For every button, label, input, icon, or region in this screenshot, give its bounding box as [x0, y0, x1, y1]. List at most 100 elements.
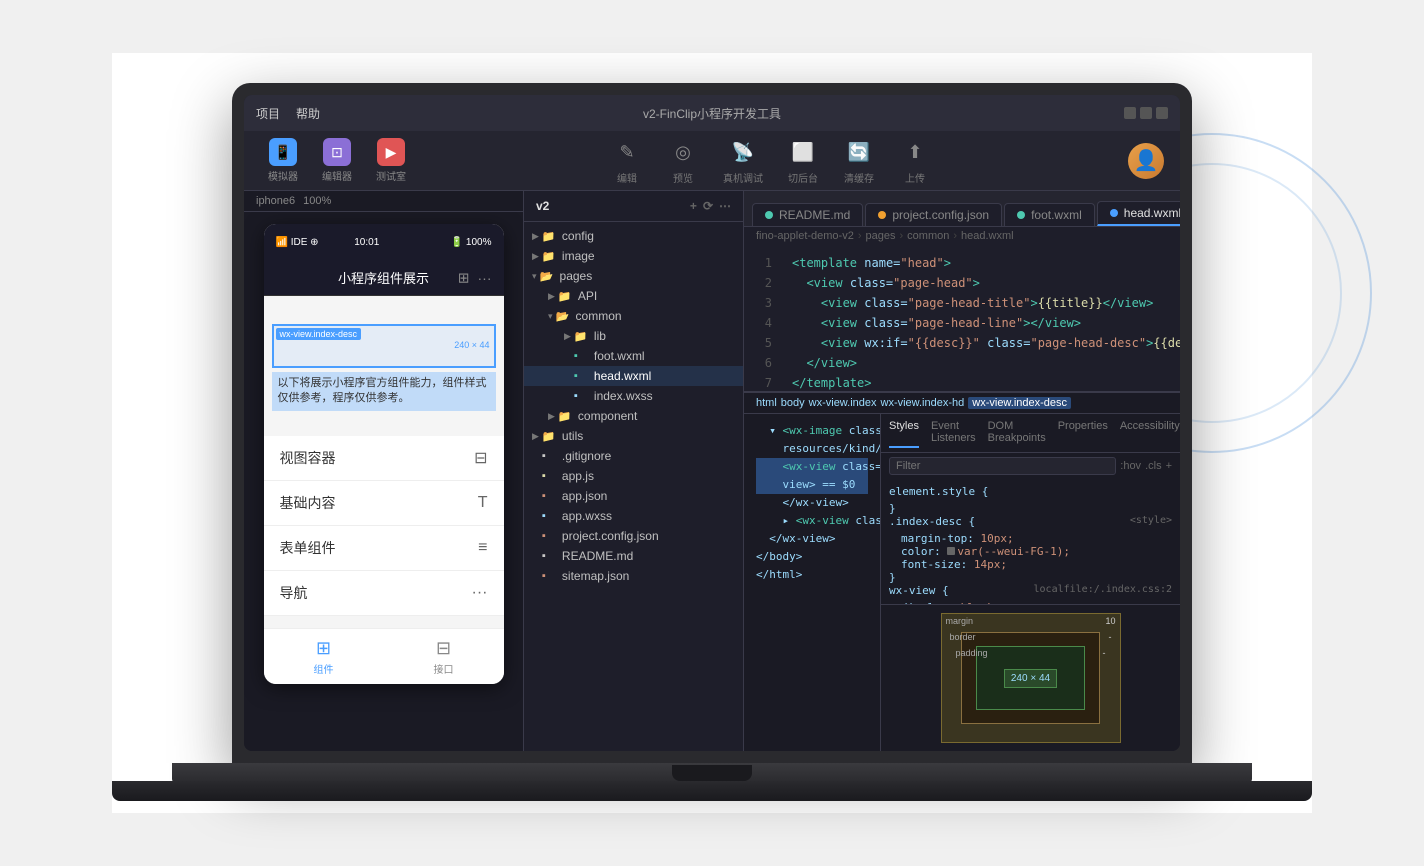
minimize-button[interactable] — [1124, 107, 1136, 119]
editor-tabs: README.md project.config.json foot.wxml — [744, 191, 1180, 227]
styles-rule-element: element.style { — [889, 485, 1172, 498]
editor-area: v2 + ⟳ ⋯ ▶ — [524, 191, 1180, 751]
breadcrumb-pages: pages — [866, 230, 896, 242]
maximize-button[interactable] — [1140, 107, 1152, 119]
menu-item-basic[interactable]: 基础内容 T — [264, 481, 504, 526]
box-model-container: margin 10 border - — [881, 604, 1180, 751]
tab-head-wxml[interactable]: head.wxml ✕ — [1097, 201, 1180, 226]
styles-val-margin-top: 10px; — [980, 532, 1013, 545]
file-icon-foot-wxml: ▪ — [574, 350, 590, 362]
tree-item-lib[interactable]: ▶ 📁 lib — [524, 326, 743, 346]
tree-item-component[interactable]: ▶ 📁 component — [524, 406, 743, 426]
arrow-common: ▾ — [548, 311, 553, 322]
main-content: iphone6 100% 📶 IDE ⊕ 10:01 🔋 100% 小程序组件展… — [244, 191, 1180, 751]
code-content[interactable]: <template name="head"> <view class="page… — [780, 245, 1180, 391]
simulator-button[interactable]: 📱 模拟器 — [260, 134, 306, 187]
tree-item-pages-label: pages — [560, 269, 593, 283]
tab-dot-head-wxml — [1110, 209, 1118, 217]
tree-actions: + ⟳ ⋯ — [690, 199, 731, 213]
filter-add[interactable]: + — [1166, 460, 1172, 472]
html-bc-body[interactable]: body — [781, 397, 805, 409]
test-button[interactable]: ▶ 测试室 — [368, 134, 414, 187]
menu-item-form-label: 表单组件 — [280, 538, 479, 558]
arrow-pages: ▾ — [532, 271, 537, 282]
folder-icon-common: 📂 — [556, 310, 572, 323]
filter-hov[interactable]: :hov — [1120, 460, 1141, 472]
tree-item-gitignore[interactable]: ▶ ▪ .gitignore — [524, 446, 743, 466]
tree-item-config[interactable]: ▶ 📁 config — [524, 226, 743, 246]
menu-item-nav-label: 导航 — [280, 583, 472, 603]
nav-api[interactable]: ⊟ 接口 — [384, 629, 504, 684]
line-num-2: 2 — [744, 273, 772, 293]
tree-item-app-json[interactable]: ▶ ▪ app.json — [524, 486, 743, 506]
tree-item-index-wxss[interactable]: ▶ ▪ index.wxss — [524, 386, 743, 406]
html-bc-index[interactable]: wx-view.index — [809, 397, 877, 409]
close-button[interactable] — [1156, 107, 1168, 119]
sep-3: › — [953, 230, 957, 242]
status-left: 📶 IDE ⊕ — [276, 237, 319, 248]
clear-cache-action[interactable]: 🔄 清缓存 — [843, 136, 875, 185]
device-debug-icon: 📡 — [727, 136, 759, 168]
more-icon: ··· — [478, 270, 492, 286]
styles-tab-dom-bp[interactable]: DOM Breakpoints — [988, 418, 1046, 448]
tree-item-foot-wxml[interactable]: ▶ ▪ foot.wxml — [524, 346, 743, 366]
styles-filter: :hov .cls + — [881, 453, 1180, 479]
menu-item-view[interactable]: 视图容器 ⊟ — [264, 436, 504, 481]
styles-panel: Styles Event Listeners DOM Breakpoints P… — [880, 414, 1180, 751]
styles-tab-props[interactable]: Properties — [1058, 418, 1108, 448]
html-bc-desc[interactable]: wx-view.index-desc — [968, 397, 1071, 409]
styles-tab-events[interactable]: Event Listeners — [931, 418, 976, 448]
file-tree-body: ▶ 📁 config ▶ 📁 image — [524, 222, 743, 751]
tab-foot-wxml[interactable]: foot.wxml — [1004, 203, 1095, 226]
editor-button[interactable]: ⊡ 编辑器 — [314, 134, 360, 187]
html-bc-html[interactable]: html — [756, 397, 777, 409]
tree-item-project-config[interactable]: ▶ ▪ project.config.json — [524, 526, 743, 546]
menu-help[interactable]: 帮助 — [296, 105, 320, 122]
tree-action-more[interactable]: ⋯ — [719, 199, 731, 213]
tab-readme[interactable]: README.md — [752, 203, 863, 226]
nav-component[interactable]: ⊞ 组件 — [264, 629, 384, 684]
tree-item-image[interactable]: ▶ 📁 image — [524, 246, 743, 266]
folder-icon-utils: 📁 — [542, 430, 558, 443]
tree-item-app-js[interactable]: ▶ ▪ app.js — [524, 466, 743, 486]
status-time: 10:01 — [354, 237, 379, 248]
color-swatch — [947, 547, 955, 555]
tree-item-head-wxml[interactable]: ▶ ▪ head.wxml — [524, 366, 743, 386]
tree-action-refresh[interactable]: ⟳ — [703, 199, 713, 213]
tree-item-sitemap[interactable]: ▶ ▪ sitemap.json — [524, 566, 743, 586]
tree-item-app-wxss[interactable]: ▶ ▪ app.wxss — [524, 506, 743, 526]
device-debug-action[interactable]: 📡 真机调试 — [723, 136, 763, 185]
tree-item-readme[interactable]: ▶ ▪ README.md — [524, 546, 743, 566]
tree-item-pages[interactable]: ▾ 📂 pages — [524, 266, 743, 286]
tree-item-api[interactable]: ▶ 📁 API — [524, 286, 743, 306]
tree-item-utils-label: utils — [562, 429, 583, 443]
box-padding-layer: padding - 240 × 44 — [976, 646, 1085, 711]
status-right: 🔋 100% — [451, 237, 492, 248]
styles-rule-wx-view: wx-view { localfile:/.index.css:2 — [889, 584, 1172, 597]
styles-tab-a11y[interactable]: Accessibility — [1120, 418, 1180, 448]
tree-item-common[interactable]: ▾ 📂 common — [524, 306, 743, 326]
styles-tab-styles[interactable]: Styles — [889, 418, 919, 448]
html-bc-hd[interactable]: wx-view.index-hd — [881, 397, 965, 409]
line-num-6: 6 — [744, 353, 772, 373]
background-action[interactable]: ⬜ 切后台 — [787, 136, 819, 185]
menu-item-nav[interactable]: 导航 ··· — [264, 571, 504, 616]
tree-item-utils[interactable]: ▶ 📁 utils — [524, 426, 743, 446]
tree-item-common-label: common — [576, 309, 622, 323]
filter-cls[interactable]: .cls — [1145, 460, 1162, 472]
menu-item-form[interactable]: 表单组件 ≡ — [264, 526, 504, 571]
edit-action[interactable]: ✎ 编辑 — [611, 136, 643, 185]
expand-icon: ⊞ — [458, 269, 470, 286]
preview-action[interactable]: ◎ 预览 — [667, 136, 699, 185]
menu-item-form-icon: ≡ — [478, 539, 487, 557]
styles-filter-input[interactable] — [889, 457, 1116, 475]
upload-action[interactable]: ⬆ 上传 — [899, 136, 931, 185]
code-editor: 1 2 3 4 5 6 7 8 <templ — [744, 245, 1180, 391]
tree-action-add[interactable]: + — [690, 199, 697, 213]
styles-prop-margin-top: margin-top: 10px; — [889, 532, 1172, 545]
tab-project-config[interactable]: project.config.json — [865, 203, 1002, 226]
menu-project[interactable]: 项目 — [256, 105, 280, 122]
breadcrumb-root: fino-applet-demo-v2 — [756, 230, 854, 242]
user-avatar[interactable]: 👤 — [1128, 143, 1164, 179]
box-padding-label: padding — [956, 648, 988, 658]
